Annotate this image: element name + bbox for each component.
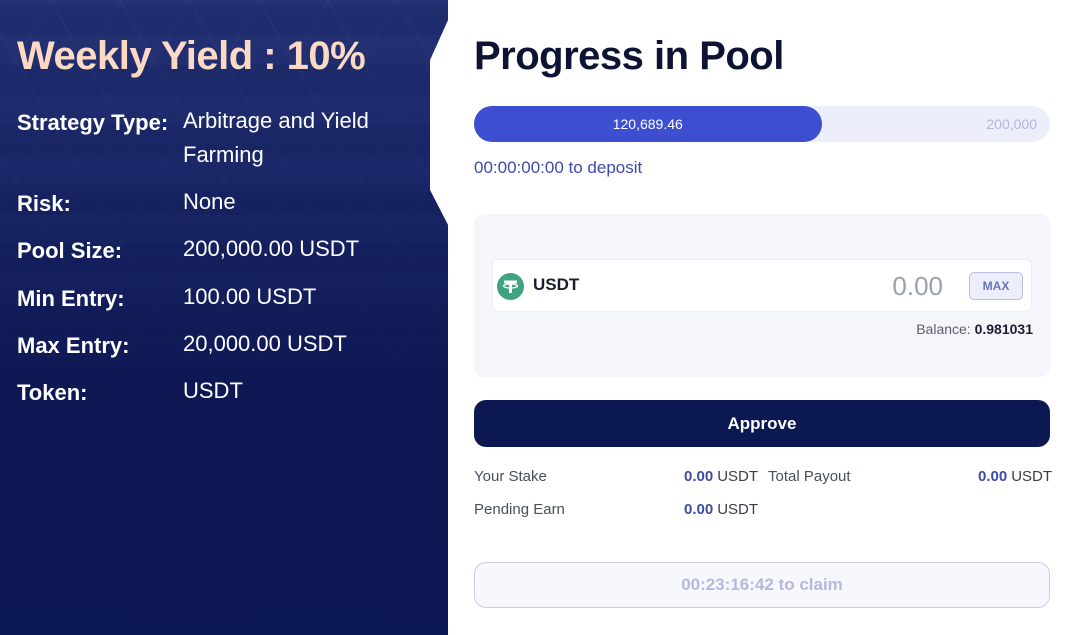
pool-progress-bar: 120,689.46 200,000 (474, 106, 1050, 142)
your-stake-value: 0.00 (684, 468, 714, 485)
token-amount-field: USDT MAX (492, 259, 1032, 312)
info-value: 200,000.00 USDT (183, 236, 360, 261)
balance-display: Balance: 0.981031 (916, 321, 1033, 337)
info-row-strategy: Strategy Type: Arbitrage and Yield Farmi… (17, 108, 413, 172)
info-value: 20,000.00 USDT (183, 331, 347, 356)
approve-button[interactable]: Approve (474, 400, 1050, 447)
info-row-pool-size: Pool Size: 200,000.00 USDT (17, 236, 413, 266)
balance-label: Balance: (916, 321, 971, 337)
stake-card: USDT MAX Balance: 0.981031 (474, 214, 1050, 377)
your-stake-label: Your Stake (474, 468, 547, 485)
pending-earn-amount: 0.00 USDT (684, 501, 758, 518)
progress-title: Progress in Pool (474, 34, 784, 78)
weekly-yield-title: Weekly Yield : 10% (17, 34, 366, 78)
total-payout-label: Total Payout (768, 468, 851, 485)
info-value: Arbitrage and Yield Farming (183, 108, 369, 167)
progress-current-value: 120,689.46 (612, 116, 683, 132)
info-row-max-entry: Max Entry: 20,000.00 USDT (17, 331, 413, 361)
info-value: None (183, 189, 236, 214)
amount-input[interactable] (743, 268, 943, 304)
max-button[interactable]: MAX (969, 272, 1023, 300)
info-label: Risk: (17, 191, 71, 216)
claim-button[interactable]: 00:23:16:42 to claim (474, 562, 1050, 608)
balance-value: 0.981031 (974, 321, 1033, 337)
info-row-token: Token: USDT (17, 378, 413, 408)
pending-earn-value: 0.00 (684, 501, 714, 518)
tether-icon (497, 273, 524, 300)
info-row-min-entry: Min Entry: 100.00 USDT (17, 284, 413, 314)
pending-earn-label: Pending Earn (474, 501, 565, 518)
progress-fill: 120,689.46 (474, 106, 822, 142)
total-payout-value: 0.00 (978, 468, 1008, 485)
deposit-timer: 00:00:00:00 to deposit (474, 158, 643, 177)
total-payout-amount: 0.00 USDT (978, 468, 1052, 485)
info-label: Max Entry: (17, 333, 130, 358)
pool-info-panel: Weekly Yield : 10% Strategy Type: Arbitr… (0, 0, 448, 635)
info-label: Token: (17, 380, 88, 405)
your-stake-unit: USDT (717, 468, 759, 485)
info-label: Strategy Type: (17, 110, 169, 135)
progress-max-value: 200,000 (986, 116, 1037, 132)
info-value: 100.00 USDT (183, 284, 317, 309)
info-row-risk: Risk: None (17, 189, 413, 219)
info-label: Pool Size: (17, 238, 123, 263)
info-value: USDT (183, 378, 243, 403)
your-stake-amount: 0.00 USDT (684, 468, 758, 485)
total-payout-unit: USDT (1011, 468, 1053, 485)
pending-earn-unit: USDT (717, 501, 759, 518)
token-symbol: USDT (533, 275, 580, 294)
info-label: Min Entry: (17, 286, 125, 311)
